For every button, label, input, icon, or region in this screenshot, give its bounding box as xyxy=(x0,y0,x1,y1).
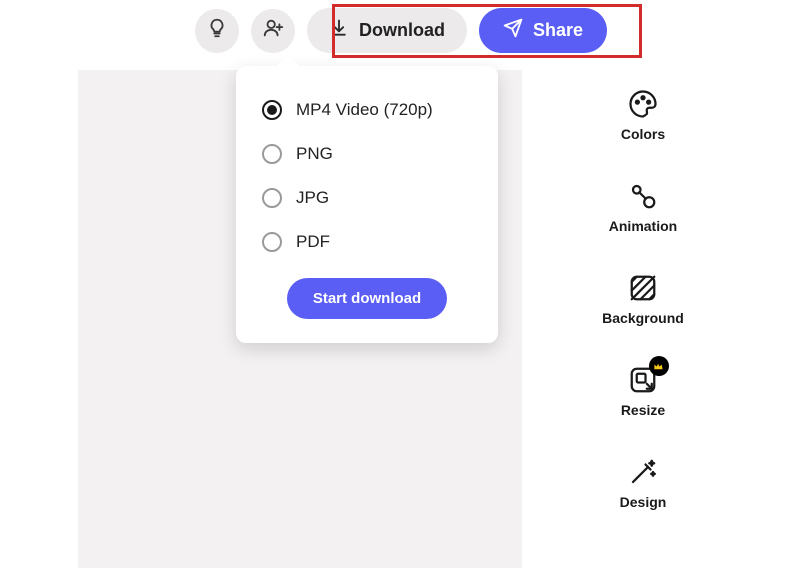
format-label: PDF xyxy=(296,232,330,252)
side-panel: Colors Animation Background xyxy=(588,88,698,510)
format-option-pdf[interactable]: PDF xyxy=(254,220,480,264)
radio-icon xyxy=(262,232,282,252)
add-person-icon xyxy=(262,17,284,44)
side-item-animation[interactable]: Animation xyxy=(609,180,677,234)
background-icon xyxy=(627,272,659,304)
format-label: MP4 Video (720p) xyxy=(296,100,433,120)
premium-crown-icon xyxy=(649,356,669,376)
start-download-button[interactable]: Start download xyxy=(287,278,447,319)
share-button[interactable]: Share xyxy=(479,8,607,53)
add-person-button[interactable] xyxy=(251,9,295,53)
palette-icon xyxy=(627,88,659,120)
download-dropdown: MP4 Video (720p) PNG JPG PDF Start downl… xyxy=(236,66,498,343)
radio-icon xyxy=(262,144,282,164)
side-item-background[interactable]: Background xyxy=(602,272,684,326)
share-label: Share xyxy=(533,20,583,41)
send-icon xyxy=(503,18,523,43)
radio-icon xyxy=(262,188,282,208)
download-button[interactable]: Download xyxy=(307,8,467,53)
side-label: Resize xyxy=(621,402,665,418)
resize-icon xyxy=(627,364,659,396)
lightbulb-icon xyxy=(206,17,228,44)
download-label: Download xyxy=(359,20,445,41)
idea-button[interactable] xyxy=(195,9,239,53)
format-option-mp4[interactable]: MP4 Video (720p) xyxy=(254,88,480,132)
dropdown-notch xyxy=(277,55,300,78)
magic-wand-icon xyxy=(627,456,659,488)
download-icon xyxy=(329,18,349,43)
top-toolbar: Download Share xyxy=(195,8,607,53)
side-label: Design xyxy=(620,494,667,510)
side-label: Animation xyxy=(609,218,677,234)
side-item-resize[interactable]: Resize xyxy=(621,364,665,418)
format-option-jpg[interactable]: JPG xyxy=(254,176,480,220)
format-label: JPG xyxy=(296,188,329,208)
side-label: Colors xyxy=(621,126,665,142)
radio-icon xyxy=(262,100,282,120)
side-label: Background xyxy=(602,310,684,326)
side-item-colors[interactable]: Colors xyxy=(621,88,665,142)
format-label: PNG xyxy=(296,144,333,164)
animation-icon xyxy=(627,180,659,212)
format-option-png[interactable]: PNG xyxy=(254,132,480,176)
side-item-design[interactable]: Design xyxy=(620,456,667,510)
